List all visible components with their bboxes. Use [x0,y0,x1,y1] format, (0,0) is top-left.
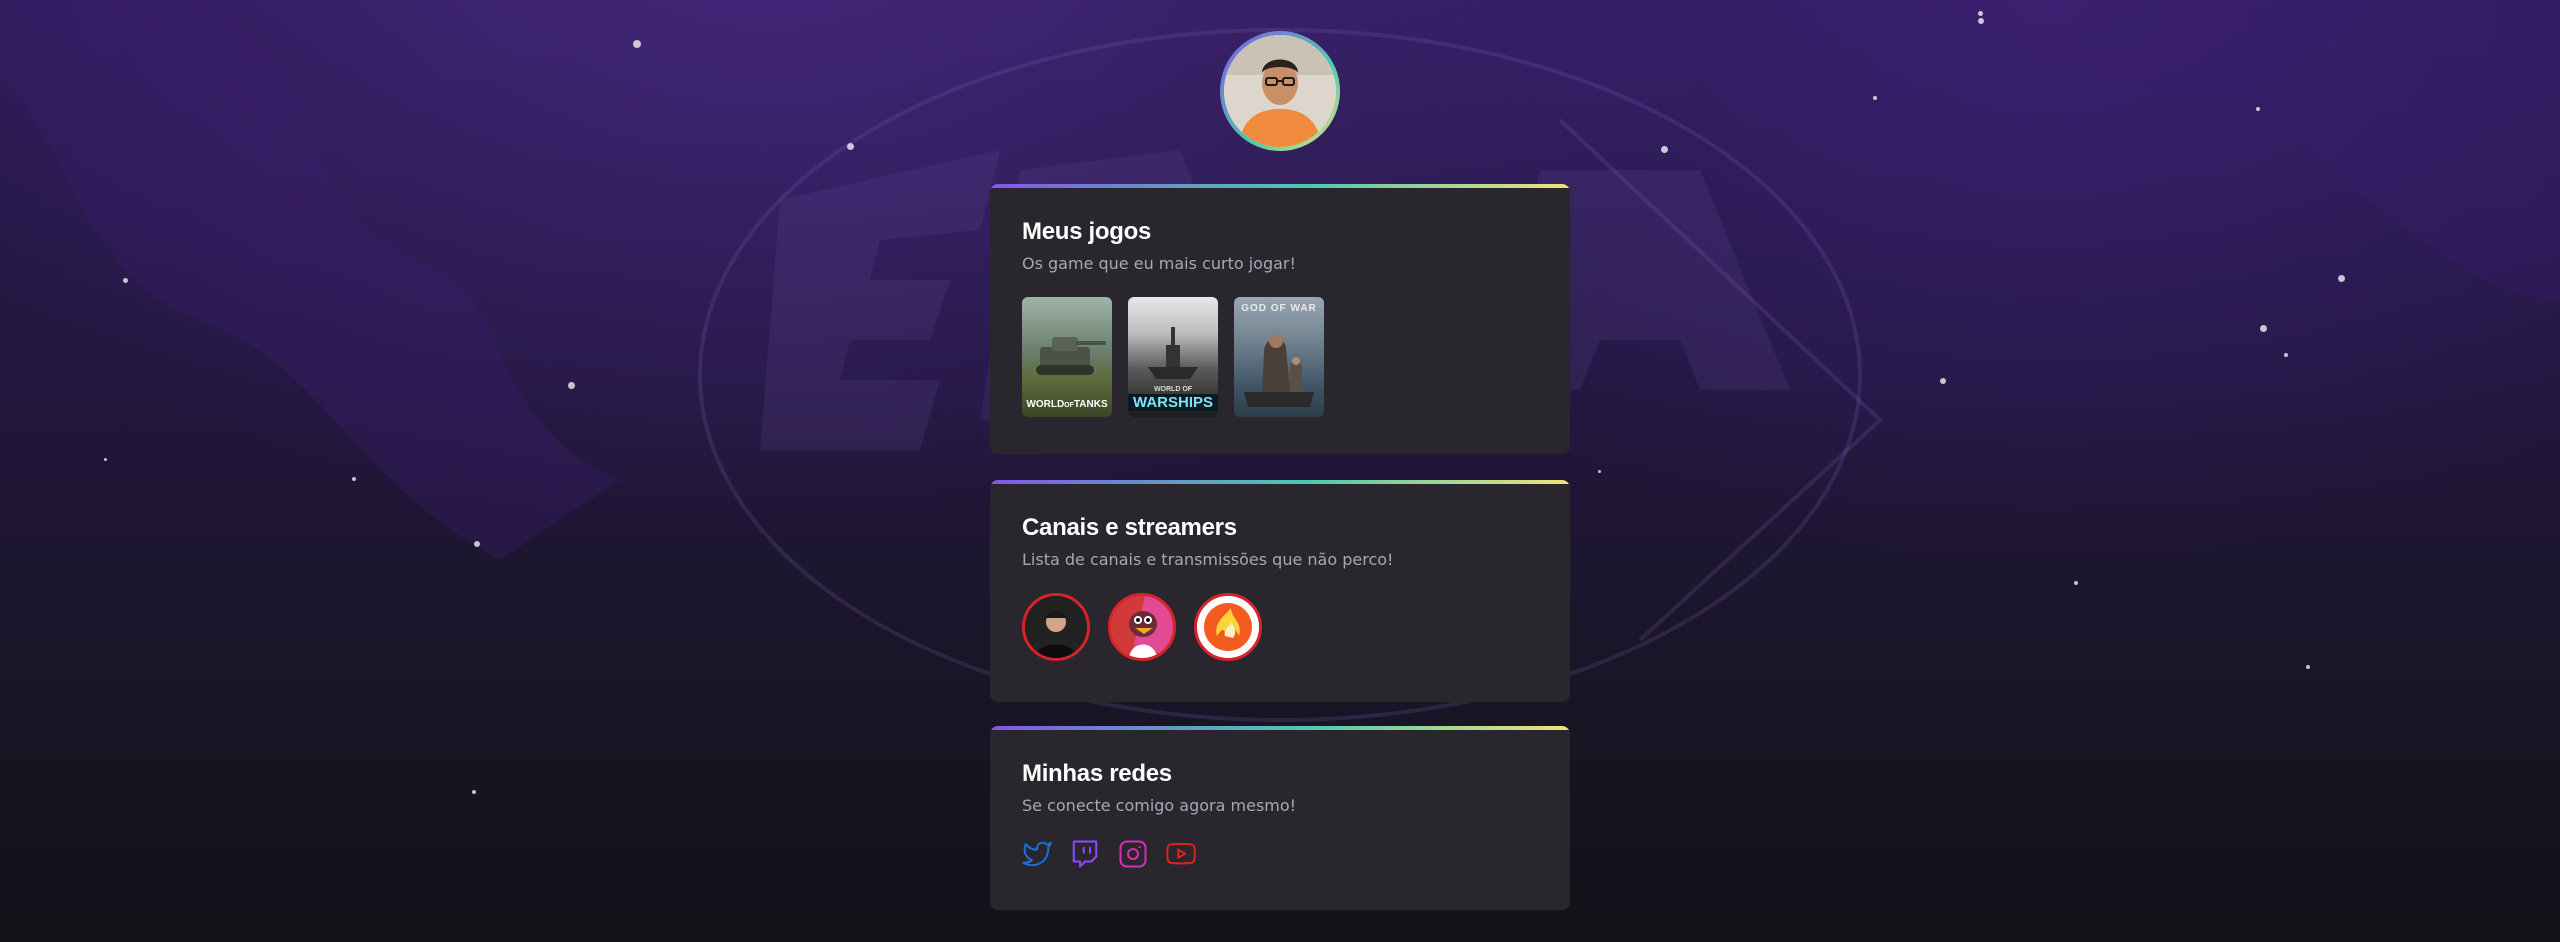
games-card: Meus jogos Os game que eu mais curto jog… [990,184,1570,454]
wows-cover-text-1: WORLD OF [1153,386,1193,393]
gow-cover-text: GOD OF WAR [1241,303,1317,314]
twitch-icon[interactable] [1070,839,1100,869]
streamers-title: Canais e streamers [1022,514,1237,541]
wot-cover-text-2: OF [1064,402,1074,409]
streamer-avatar-1[interactable] [1022,593,1090,661]
game-cover-world-of-tanks[interactable]: WORLDOFTANKS [1022,297,1112,417]
twitter-icon[interactable] [1022,839,1052,869]
youtube-icon[interactable] [1166,839,1196,869]
games-list: WORLDOFTANKS WORLD OF WARSHIPS GOD OF WA… [1022,297,1538,417]
game-cover-god-of-war[interactable]: GOD OF WAR [1234,297,1324,417]
wot-cover-text-3: TANKS [1073,399,1108,410]
social-links [1022,839,1538,869]
profile-photo [1224,35,1336,147]
streamers-card: Canais e streamers Lista de canais e tra… [990,480,1570,702]
socials-subtitle: Se conecte comigo agora mesmo! [1022,796,1297,815]
socials-card: Minhas redes Se conecte comigo agora mes… [990,726,1570,910]
streamer-avatar-3[interactable] [1194,593,1262,661]
wows-cover-text-2: WARSHIPS [1128,394,1218,411]
streamers-list [1022,593,1538,661]
streamer-avatar-2[interactable] [1108,593,1176,661]
games-subtitle: Os game que eu mais curto jogar! [1022,254,1296,273]
games-title: Meus jogos [1022,218,1152,245]
profile-avatar [1220,31,1340,151]
socials-title: Minhas redes [1022,760,1172,787]
wot-cover-text-1: WORLD [1026,399,1065,410]
instagram-icon[interactable] [1118,839,1148,869]
game-cover-world-of-warships[interactable]: WORLD OF WARSHIPS [1128,297,1218,417]
streamers-subtitle: Lista de canais e transmissões que não p… [1022,550,1394,569]
